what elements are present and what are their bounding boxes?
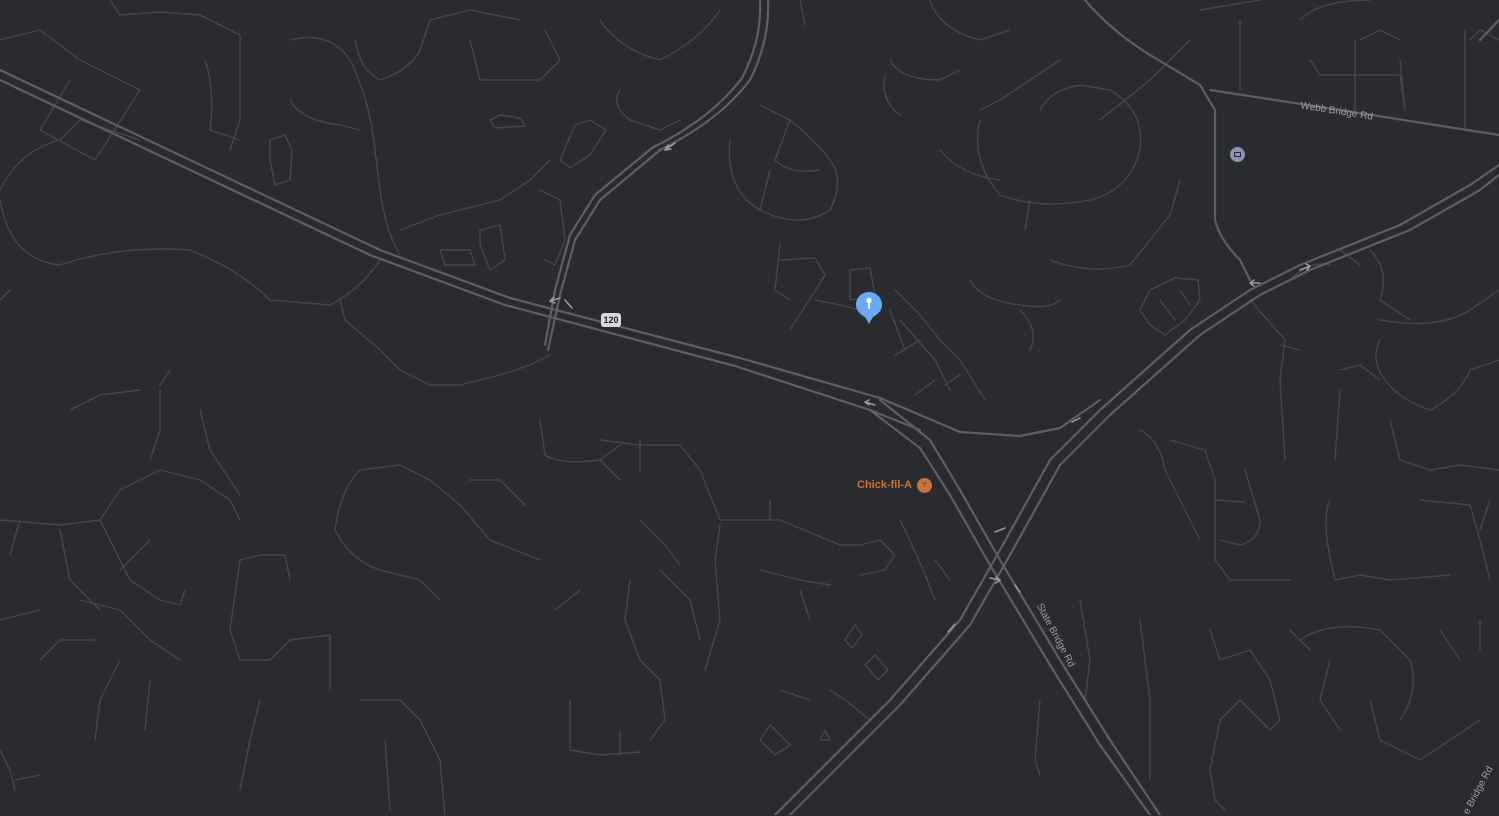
location-pin-icon[interactable] <box>855 291 883 325</box>
map-canvas[interactable] <box>0 0 1499 815</box>
restaurant-icon[interactable]: ⑂ <box>917 478 932 493</box>
mail-icon[interactable] <box>1230 147 1245 162</box>
poi-label-restaurant[interactable]: Chick-fil-A <box>857 479 912 491</box>
route-shield-120: 120 <box>601 313 621 327</box>
